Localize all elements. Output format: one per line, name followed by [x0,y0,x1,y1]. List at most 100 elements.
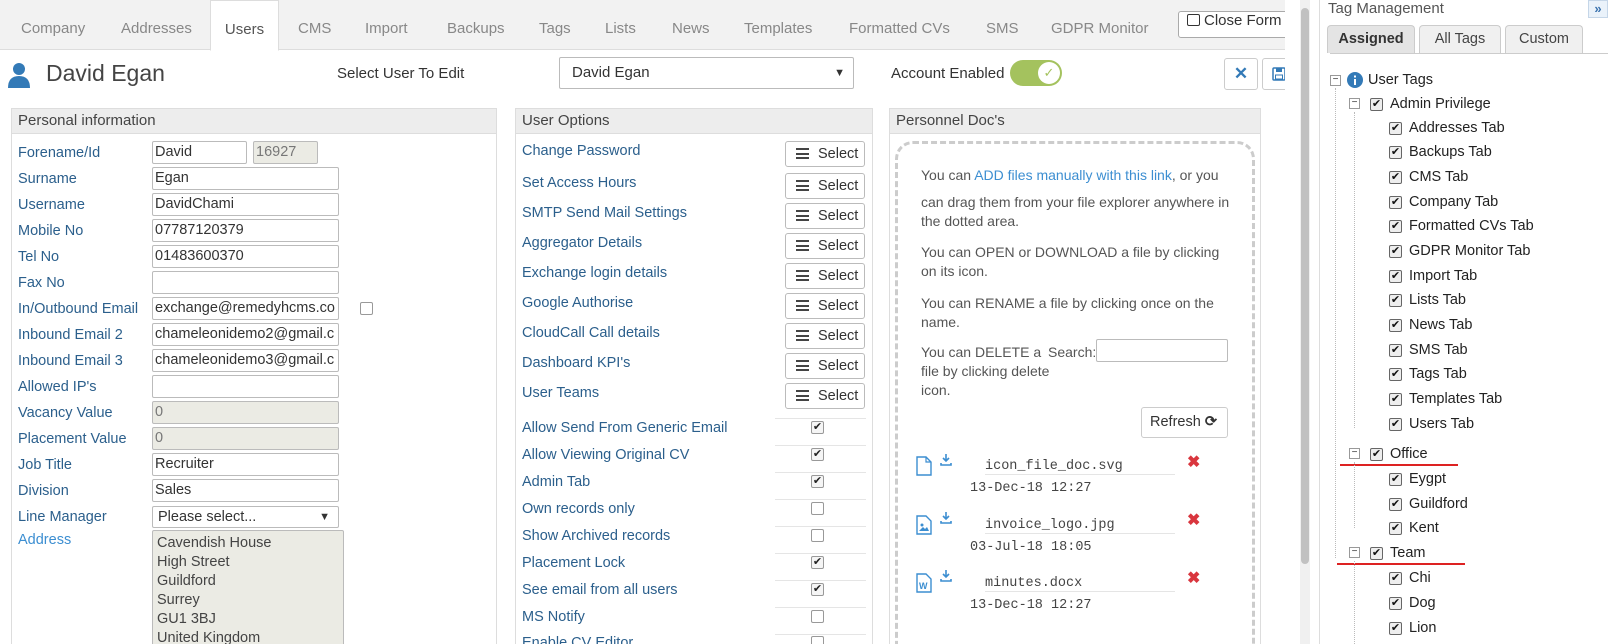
tel-field[interactable]: 01483600370 [152,245,339,268]
tag-checkbox[interactable]: ✔ [1389,418,1402,431]
job-title-label: Job Title [18,457,72,473]
see-all-email-checkbox[interactable]: ✔ [811,583,824,596]
tag-checkbox[interactable]: ✔ [1389,622,1402,635]
tab-templates[interactable]: Templates [744,0,812,50]
file-icon[interactable] [916,456,932,476]
access-hours-select-button[interactable]: Select [785,173,865,199]
tab-sms[interactable]: SMS [986,0,1019,50]
tag-checkbox[interactable]: ✔ [1389,368,1402,381]
delete-icon[interactable]: ✖ [1187,510,1200,530]
tag-checkbox[interactable]: ✔ [1389,597,1402,610]
tag-checkbox[interactable]: ✔ [1389,344,1402,357]
enable-cv-editor-checkbox[interactable] [811,636,824,644]
user-teams-select-button[interactable]: Select [785,383,865,409]
tab-cms[interactable]: CMS [298,0,331,50]
tag-checkbox[interactable]: ✔ [1389,171,1402,184]
close-form-button[interactable]: Close Form [1178,11,1285,38]
collapse-icon[interactable]: − [1330,75,1341,86]
collapse-icon[interactable]: − [1349,98,1360,109]
collapse-icon[interactable]: − [1349,448,1360,459]
tab-import[interactable]: Import [365,0,408,50]
tag-checkbox[interactable]: ✔ [1389,572,1402,585]
tab-users[interactable]: Users [210,0,279,51]
tag-checkbox[interactable]: ✔ [1389,270,1402,283]
show-archived-checkbox[interactable] [811,529,824,542]
user-select[interactable]: David Egan ▼ [559,57,854,89]
tag-checkbox[interactable]: ✔ [1389,196,1402,209]
smtp-settings-select-button[interactable]: Select [785,203,865,229]
forename-field[interactable]: David [152,141,247,164]
account-enabled-toggle[interactable]: ✓ [1010,60,1062,86]
word-file-icon[interactable]: W [916,573,932,593]
fax-field[interactable] [152,271,339,294]
scrollbar-thumb[interactable] [1301,8,1309,564]
delete-icon[interactable]: ✖ [1187,568,1200,588]
exchange-login-select-button[interactable]: Select [785,263,865,289]
tab-lists[interactable]: Lists [605,0,636,50]
tab-tags[interactable]: Tags [539,0,571,50]
outbound-email-field[interactable]: exchange@remedyhcms.co [152,297,339,320]
allowed-ips-field[interactable] [152,375,339,398]
tab-company[interactable]: Company [21,0,85,50]
own-records-checkbox[interactable] [811,502,824,515]
tag-checkbox[interactable]: ✔ [1389,473,1402,486]
file-name[interactable]: minutes.docx [985,576,1175,592]
address-link[interactable]: Address [18,532,71,548]
admin-privilege-checkbox[interactable]: ✔ [1370,98,1383,111]
tag-checkbox[interactable]: ✔ [1389,146,1402,159]
delete-icon[interactable]: ✖ [1187,452,1200,472]
outbound-email-checkbox[interactable] [360,302,373,315]
refresh-button[interactable]: Refresh ⟳ [1141,407,1228,438]
main-scrollbar[interactable] [1300,0,1310,644]
tab-gdpr-monitor[interactable]: GDPR Monitor [1051,0,1149,50]
tab-news[interactable]: News [672,0,710,50]
placement-lock-checkbox[interactable]: ✔ [811,556,824,569]
download-icon[interactable] [940,512,952,524]
cancel-button[interactable]: ✕ [1224,58,1258,90]
allow-generic-email-checkbox[interactable]: ✔ [811,421,824,434]
tab-all-tags[interactable]: All Tags [1419,25,1501,53]
job-title-field[interactable]: Recruiter [152,453,339,476]
aggregator-select-button[interactable]: Select [785,233,865,259]
google-authorise-select-button[interactable]: Select [785,293,865,319]
download-icon[interactable] [940,454,952,466]
file-name[interactable]: invoice_logo.jpg [985,518,1175,534]
image-file-icon[interactable] [916,515,932,535]
tag-checkbox[interactable]: ✔ [1389,522,1402,535]
office-checkbox[interactable]: ✔ [1370,448,1383,461]
tab-backups[interactable]: Backups [447,0,505,50]
allow-original-cv-checkbox[interactable]: ✔ [811,448,824,461]
inbound-email-3-field[interactable]: chameleonidemo3@gmail.c [152,349,339,372]
tab-custom[interactable]: Custom [1505,25,1583,53]
tag-checkbox[interactable]: ✔ [1389,294,1402,307]
admin-tab-checkbox[interactable]: ✔ [811,475,824,488]
dashboard-kpis-select-button[interactable]: Select [785,353,865,379]
tab-formatted-cvs[interactable]: Formatted CVs [849,0,950,50]
tag-checkbox[interactable]: ✔ [1389,498,1402,511]
tag-checkbox[interactable]: ✔ [1389,393,1402,406]
save-button[interactable] [1262,58,1285,90]
inbound-email-2-field[interactable]: chameleonidemo2@gmail.c [152,323,339,346]
team-checkbox[interactable]: ✔ [1370,547,1383,560]
file-name[interactable]: icon_file_doc.svg [985,459,1175,475]
tag-checkbox[interactable]: ✔ [1389,122,1402,135]
tab-assigned[interactable]: Assigned [1327,25,1415,53]
line-manager-select[interactable]: Please select... ▼ [152,506,339,528]
ms-notify-checkbox[interactable] [811,610,824,623]
tag-checkbox[interactable]: ✔ [1389,245,1402,258]
tag-checkbox[interactable]: ✔ [1389,220,1402,233]
collapse-panel-icon[interactable]: » [1588,0,1608,18]
add-files-link[interactable]: ADD files manually with this link [974,167,1172,183]
annotation-underline [1340,464,1458,466]
change-password-select-button[interactable]: Select [785,141,865,167]
surname-field[interactable]: Egan [152,167,339,190]
division-field[interactable]: Sales [152,479,339,502]
cloudcall-select-button[interactable]: Select [785,323,865,349]
tab-addresses[interactable]: Addresses [121,0,192,50]
tag-checkbox[interactable]: ✔ [1389,319,1402,332]
download-icon[interactable] [940,570,952,582]
mobile-field[interactable]: 07787120379 [152,219,339,242]
collapse-icon[interactable]: − [1349,547,1360,558]
search-input[interactable] [1096,339,1228,362]
username-field[interactable]: DavidChami [152,193,339,216]
